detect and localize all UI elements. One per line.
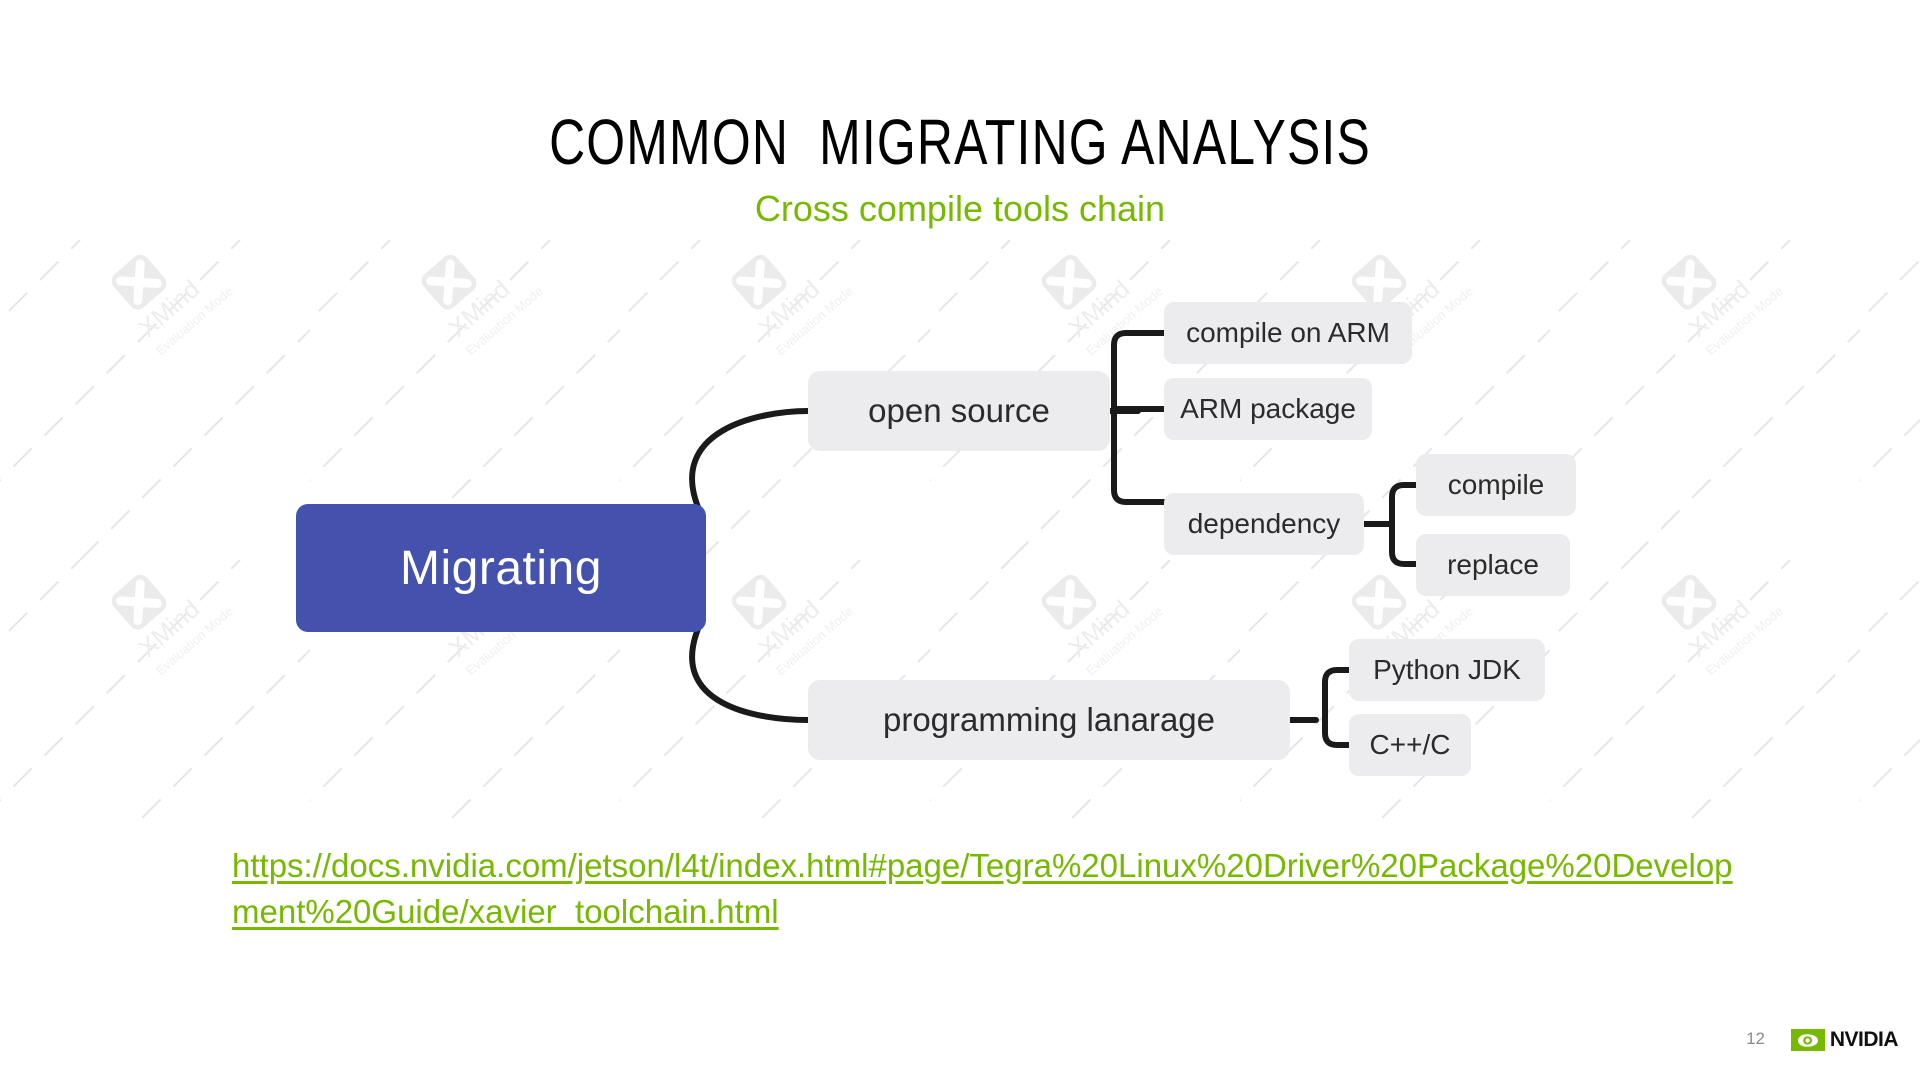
mindmap-node-label: dependency (1187, 508, 1341, 539)
title-block: COMMON MIGRATING ANALYSIS Cross compile … (0, 108, 1920, 230)
mindmap-diagram: XMind Evaluation Mode (0, 240, 1920, 820)
mindmap-node-label: open source (868, 392, 1050, 429)
mindmap-node-replace[interactable]: replace (1416, 534, 1570, 596)
mindmap-node-label: Python JDK (1373, 654, 1521, 685)
mindmap-node-compile[interactable]: compile (1416, 454, 1576, 516)
nvidia-wordmark: NVIDIA (1829, 1028, 1899, 1051)
nvidia-eye-icon (1790, 1029, 1825, 1051)
mindmap-root-label: Migrating (400, 541, 602, 595)
page-title: COMMON MIGRATING ANALYSIS (549, 106, 1371, 178)
mindmap-node-label: C++/C (1369, 729, 1451, 760)
mindmap-node-cpp-c[interactable]: C++/C (1349, 714, 1471, 776)
mindmap-node-compile-on-arm[interactable]: compile on ARM (1164, 302, 1412, 364)
mindmap-node-open-source[interactable]: open source (808, 371, 1110, 451)
page-number: 12 (1746, 1029, 1765, 1048)
mindmap-node-arm-package[interactable]: ARM package (1164, 378, 1372, 440)
mindmap-node-python-jdk[interactable]: Python JDK (1349, 639, 1545, 701)
mindmap-node-label: programming lanarage (882, 701, 1215, 738)
mindmap-node-label: ARM package (1180, 393, 1356, 424)
mindmap-node-label: compile (1447, 469, 1545, 500)
nvidia-logo: NVIDIA (1790, 1028, 1899, 1052)
source-link[interactable]: https://docs.nvidia.com/jetson/l4t/index… (232, 843, 1752, 935)
mindmap-node-programming-lanarage[interactable]: programming lanarage (808, 680, 1290, 760)
mindmap-root-node[interactable]: Migrating (296, 504, 706, 632)
mindmap-node-dependency[interactable]: dependency (1164, 493, 1364, 555)
slide: COMMON MIGRATING ANALYSIS Cross compile … (0, 0, 1920, 1080)
page-subtitle: Cross compile tools chain (754, 188, 1166, 229)
mindmap-node-label: compile on ARM (1186, 317, 1390, 348)
mindmap-node-label: replace (1447, 549, 1539, 580)
